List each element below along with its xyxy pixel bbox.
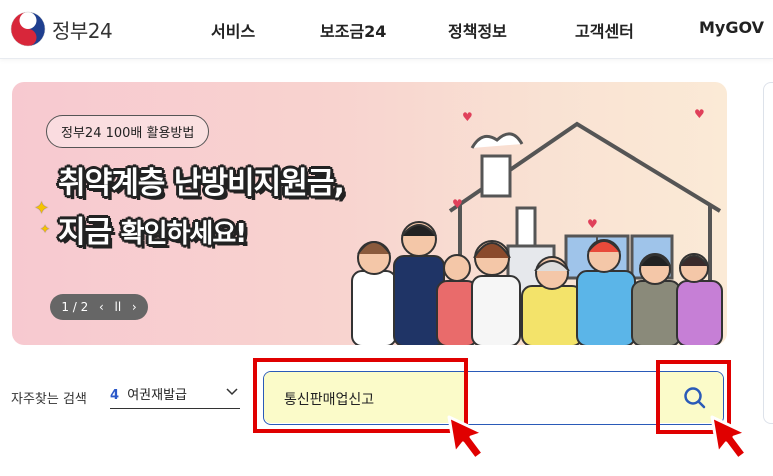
nav-services[interactable]: 서비스 <box>211 18 255 42</box>
sparkle-icon: ✦ <box>40 222 51 236</box>
svg-text:♥: ♥ <box>452 197 463 211</box>
banner-pager[interactable]: 1 / 2 ‹ ll › <box>50 294 148 320</box>
pause-icon[interactable]: ll <box>114 300 121 314</box>
side-panel-edge <box>763 82 773 424</box>
headline-check: 확인하세요! <box>120 219 247 249</box>
nav-customer-center[interactable]: 고객센터 <box>575 18 634 42</box>
prev-chevron-icon[interactable]: ‹ <box>99 300 104 314</box>
frequent-rank: 4 <box>110 388 120 403</box>
cursor-arrow-icon <box>710 415 748 461</box>
promo-banner[interactable]: 정부24 100배 활용방법 ✦ ✦ 취약계층 난방비지원금, 지금 확인하세요… <box>12 82 727 345</box>
nav-subsidy24[interactable]: 보조금24 <box>320 18 386 42</box>
svg-text:♥: ♥ <box>694 107 705 121</box>
nav-policy-info[interactable]: 정책정보 <box>448 18 507 42</box>
logo-text: 정부24 <box>52 18 113 43</box>
svg-text:♥: ♥ <box>587 217 598 231</box>
banner-tag: 정부24 100배 활용방법 <box>46 115 210 148</box>
frequent-search-label: 자주찾는 검색 <box>11 392 87 407</box>
site-logo[interactable]: 정부24 <box>10 11 113 47</box>
banner-illustration: ♥ ♥ ♥ ♥ <box>351 107 723 345</box>
cursor-arrow-icon <box>447 415 485 461</box>
frequent-value: 여권재발급 <box>127 388 187 403</box>
nav-mygov[interactable]: MyGOV <box>699 18 764 37</box>
svg-text:♥: ♥ <box>462 110 473 124</box>
chevron-down-icon <box>226 388 238 396</box>
taegeuk-logo-icon <box>10 11 46 47</box>
banner-headline-line1: 취약계층 난방비지원금, <box>58 166 345 201</box>
frequent-search-select[interactable]: 4 여권재발급 <box>110 384 240 409</box>
headline-now: 지금 <box>58 215 112 250</box>
pager-count: 1 / 2 <box>61 300 89 314</box>
site-header: 정부24 서비스 보조금24 정책정보 고객센터 MyGOV <box>0 0 773 59</box>
highlight-box-search-input <box>253 358 468 433</box>
banner-headline-line2: 지금 확인하세요! <box>58 207 247 251</box>
sparkle-icon: ✦ <box>34 198 50 219</box>
next-chevron-icon[interactable]: › <box>132 300 137 314</box>
